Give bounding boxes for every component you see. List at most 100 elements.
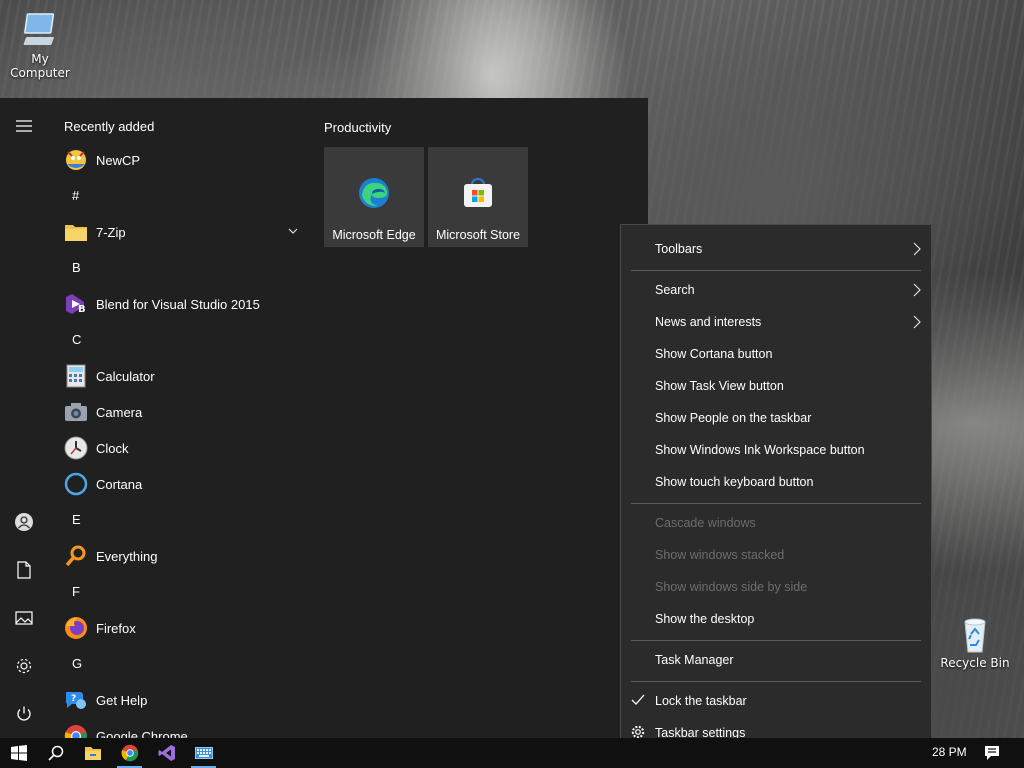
app-cortana[interactable]: Cortana (48, 466, 310, 502)
pictures-button[interactable] (0, 594, 48, 642)
menu-item-show-cortana-button[interactable]: Show Cortana button (621, 338, 931, 370)
desktop-icon-label: Recycle Bin (940, 656, 1010, 670)
menu-separator (631, 270, 921, 271)
calculator-icon (64, 364, 88, 388)
letter-header-e[interactable]: E (48, 502, 310, 538)
letter-label: F (72, 584, 80, 599)
letter-header-g[interactable]: G (48, 646, 310, 682)
letter-label: C (72, 332, 82, 347)
chevron-down-icon[interactable] (288, 228, 298, 234)
expand-button[interactable] (0, 102, 48, 150)
menu-item-show-task-view-button[interactable]: Show Task View button (621, 370, 931, 402)
taskbar-chrome[interactable] (111, 738, 148, 768)
camera-icon (64, 400, 88, 424)
taskbar-visual-studio[interactable] (148, 738, 185, 768)
pictures-icon (15, 611, 33, 625)
folder-icon (84, 747, 101, 760)
recently-added-header: Recently added (64, 119, 155, 134)
clock-icon (64, 436, 88, 460)
search-magnifier-icon (64, 544, 88, 568)
app-label: NewCP (96, 152, 141, 168)
menu-item-label: Search (655, 283, 695, 297)
taskbar-clock[interactable]: 28 PM (932, 745, 967, 759)
app-label: Firefox (96, 620, 136, 636)
app-label: Calculator (96, 368, 155, 384)
app-clock[interactable]: Clock (48, 430, 310, 466)
menu-item-toolbars[interactable]: Toolbars (621, 233, 931, 265)
menu-item-label: Show People on the taskbar (655, 411, 812, 425)
app-firefox[interactable]: Firefox (48, 610, 310, 646)
app-calculator[interactable]: Calculator (48, 358, 310, 394)
app-label: Get Help (96, 692, 148, 708)
app-get-help[interactable]: ? Get Help (48, 682, 310, 718)
app-7zip[interactable]: 7-Zip (48, 214, 310, 250)
power-button[interactable] (0, 690, 48, 738)
menu-item-show-touch-keyboard[interactable]: Show touch keyboard button (621, 466, 931, 498)
letter-label: E (72, 512, 81, 527)
settings-button[interactable] (0, 642, 48, 690)
menu-item-label: News and interests (655, 315, 762, 329)
menu-item-show-people[interactable]: Show People on the taskbar (621, 402, 931, 434)
windows-logo-icon (10, 745, 27, 761)
menu-item-label: Show Task View button (655, 379, 784, 393)
start-menu: Recently added NewCP # 7-Zip B B Blend f… (0, 98, 648, 747)
app-camera[interactable]: Camera (48, 394, 310, 430)
letter-label: G (72, 656, 83, 671)
app-label: Everything (96, 548, 158, 564)
app-blend[interactable]: B Blend for Visual Studio 2015 (48, 286, 310, 322)
menu-item-label: Show touch keyboard button (655, 475, 814, 489)
user-icon (15, 513, 33, 531)
chrome-icon (121, 744, 138, 762)
menu-item-news-and-interests[interactable]: News and interests (621, 306, 931, 338)
app-everything[interactable]: Everything (48, 538, 310, 574)
menu-item-label: Lock the taskbar (655, 694, 747, 708)
menu-item-lock-the-taskbar[interactable]: Lock the taskbar (621, 685, 931, 717)
checkmark-icon (631, 694, 645, 705)
taskbar: 28 PM (0, 738, 1024, 768)
document-icon (17, 561, 31, 579)
search-icon (47, 745, 63, 761)
desktop-icon-label: My Computer (10, 52, 70, 80)
tile-label: Microsoft Store (435, 228, 521, 242)
cortana-icon (64, 472, 88, 496)
desktop-icon-my-computer[interactable]: My Computer (0, 10, 80, 80)
start-rail (0, 98, 48, 738)
newcp-icon (64, 148, 88, 172)
documents-button[interactable] (0, 546, 48, 594)
letter-header-hash[interactable]: # (48, 178, 310, 214)
user-button[interactable] (0, 498, 48, 546)
taskbar-keyboard[interactable] (185, 738, 222, 768)
action-center-button[interactable] (972, 738, 1012, 768)
gear-icon (16, 658, 32, 674)
app-newcp[interactable]: NewCP (48, 142, 310, 178)
menu-item-label: Show the desktop (655, 612, 755, 626)
taskbar-search-button[interactable] (37, 738, 74, 768)
app-label: Cortana (96, 476, 143, 492)
help-icon: ? (64, 688, 88, 712)
tile-microsoft-store[interactable]: Microsoft Store (428, 147, 528, 247)
letter-header-c[interactable]: C (48, 322, 310, 358)
menu-item-label: Show Cortana button (655, 347, 773, 361)
menu-item-label: Show Windows Ink Workspace button (655, 443, 865, 457)
menu-separator (631, 503, 921, 504)
menu-item-label: Toolbars (655, 242, 703, 256)
tile-microsoft-edge[interactable]: Microsoft Edge (324, 147, 424, 247)
menu-item-cascade-windows: Cascade windows (621, 507, 931, 539)
taskbar-context-menu: Toolbars Search News and interests Show … (620, 224, 932, 758)
svg-text:?: ? (71, 694, 76, 704)
menu-item-show-windows-side-by-side: Show windows side by side (621, 571, 931, 603)
letter-header-f[interactable]: F (48, 574, 310, 610)
letter-header-b[interactable]: B (48, 250, 310, 286)
menu-item-search[interactable]: Search (621, 274, 931, 306)
menu-item-show-the-desktop[interactable]: Show the desktop (621, 603, 931, 635)
start-button[interactable] (0, 738, 37, 768)
menu-separator (631, 681, 921, 682)
tiles-group-header: Productivity (324, 120, 392, 135)
gear-icon (631, 725, 645, 739)
hamburger-icon (16, 120, 32, 132)
action-center-icon (985, 746, 999, 760)
menu-item-task-manager[interactable]: Task Manager (621, 644, 931, 676)
menu-item-show-ink-workspace[interactable]: Show Windows Ink Workspace button (621, 434, 931, 466)
desktop-icon-recycle-bin[interactable]: Recycle Bin (935, 614, 1015, 670)
taskbar-file-explorer[interactable] (74, 738, 111, 768)
